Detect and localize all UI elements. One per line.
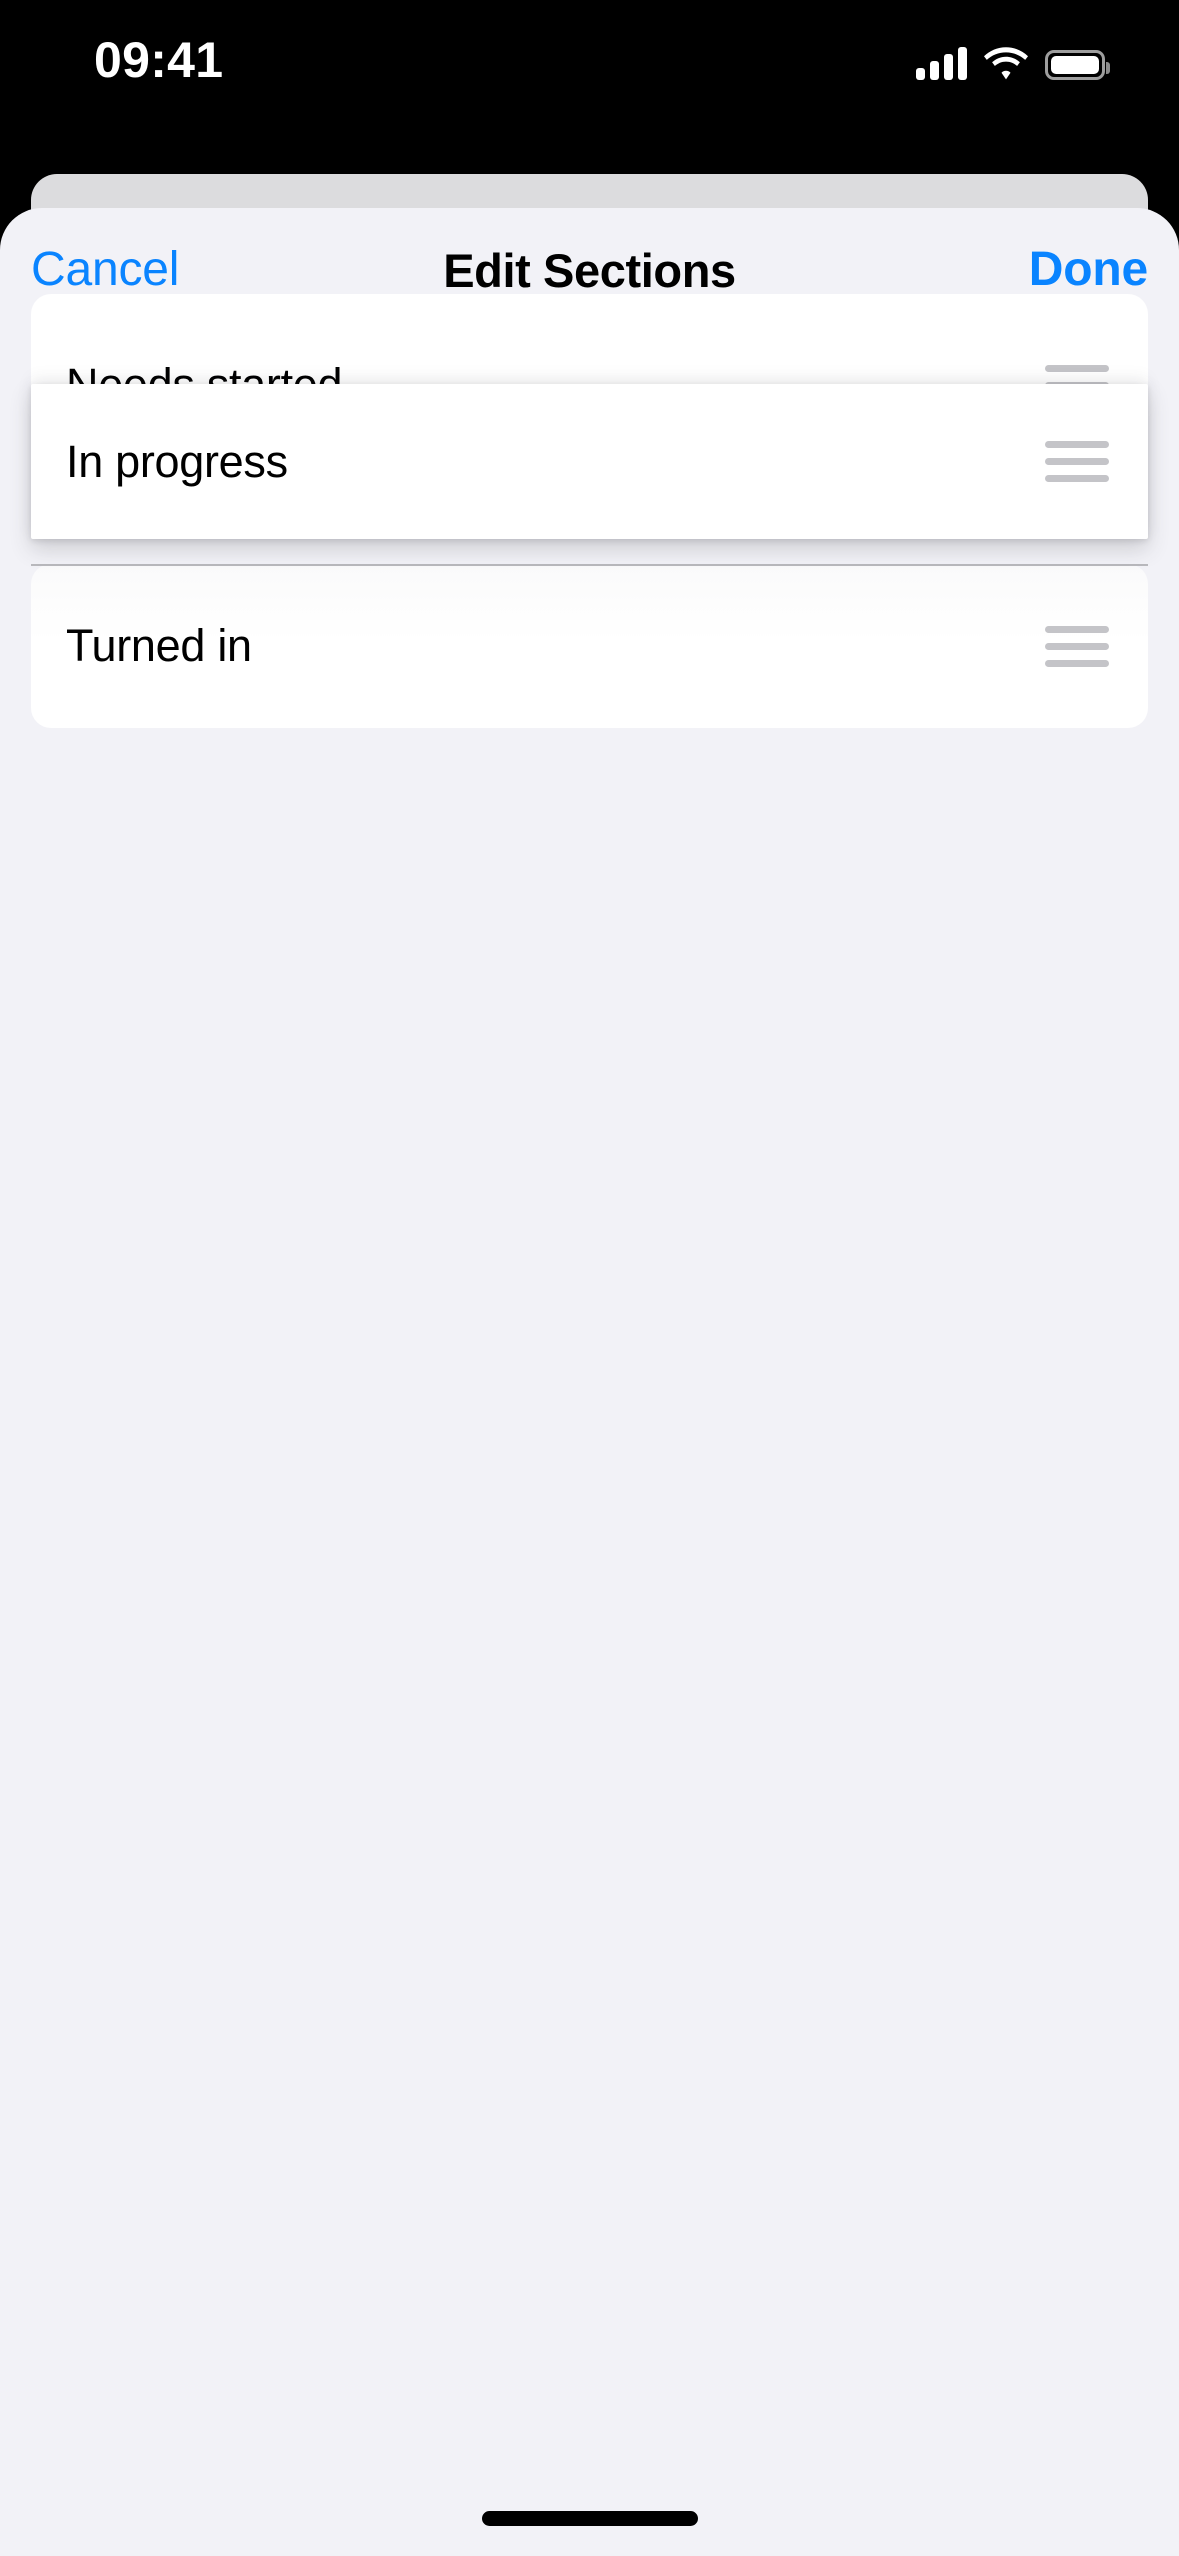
battery-fill bbox=[1051, 56, 1099, 74]
reorder-grip-icon[interactable] bbox=[1045, 625, 1109, 667]
sections-reorder-list: Needs started In progress bbox=[31, 294, 1148, 934]
iphone-screen: 09:41 Cancel Edit Sections Done In progr… bbox=[0, 0, 1179, 2556]
list-item[interactable]: Turned in bbox=[31, 582, 1148, 710]
status-bar: 09:41 bbox=[0, 0, 1179, 160]
cellular-signal-icon bbox=[916, 46, 967, 80]
list-item-dragging[interactable]: In progress bbox=[31, 384, 1148, 539]
done-button[interactable]: Done bbox=[1029, 244, 1148, 296]
status-bar-time: 09:41 bbox=[94, 32, 224, 88]
reorder-grip-icon[interactable] bbox=[1045, 441, 1109, 482]
list-separator bbox=[31, 564, 1148, 566]
sidebar-item-label: In progress bbox=[66, 435, 288, 487]
sidebar-item-label: Turned in bbox=[66, 620, 252, 671]
status-bar-indicators bbox=[916, 38, 1110, 80]
wifi-icon bbox=[984, 47, 1028, 80]
page-title: Edit Sections bbox=[443, 244, 736, 297]
edit-sections-sheet: Cancel Edit Sections Done Needs started bbox=[0, 208, 1179, 2556]
list-card-bottom: Turned in bbox=[31, 564, 1148, 728]
home-indicator[interactable] bbox=[481, 2511, 698, 2526]
battery-icon bbox=[1045, 50, 1110, 80]
